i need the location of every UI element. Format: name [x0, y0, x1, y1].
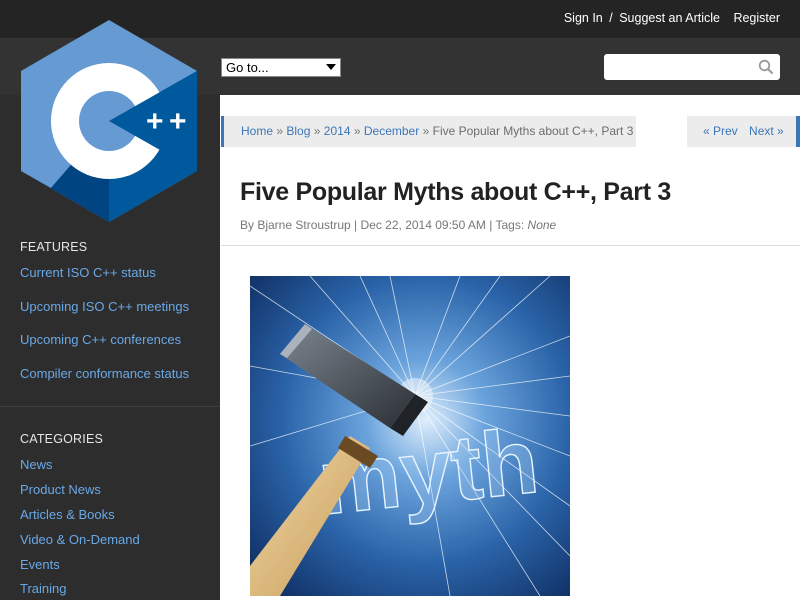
sign-in-link[interactable]: Sign In	[564, 11, 603, 25]
article-tags: None	[527, 218, 557, 232]
account-links: Sign In / Suggest an Article Register	[564, 11, 780, 25]
sidebar-link-events[interactable]: Events	[20, 557, 60, 572]
article-title: Five Popular Myths about C++, Part 3	[240, 178, 671, 206]
breadcrumb-separator: »	[422, 124, 430, 138]
sidebar-link-iso-meetings[interactable]: Upcoming ISO C++ meetings	[20, 299, 189, 314]
sidebar-link-compiler-status[interactable]: Compiler conformance status	[20, 366, 189, 381]
svg-text:+: +	[146, 105, 164, 138]
hammer-breaking-myth-image: myth	[250, 276, 570, 596]
sidebar-link-articles-books[interactable]: Articles & Books	[20, 507, 115, 522]
register-link[interactable]: Register	[733, 11, 780, 25]
sidebar-link-video[interactable]: Video & On-Demand	[20, 532, 140, 547]
breadcrumb-separator: »	[276, 124, 284, 138]
categories-heading: CATEGORIES	[20, 432, 104, 446]
breadcrumb-home[interactable]: Home	[241, 124, 273, 138]
goto-select-value: Go to...	[226, 60, 269, 75]
pager: « Prev Next »	[687, 116, 800, 147]
search-icon[interactable]	[758, 59, 774, 75]
features-heading: FEATURES	[20, 240, 88, 254]
breadcrumb-month[interactable]: December	[364, 124, 419, 138]
sidebar-link-product-news[interactable]: Product News	[20, 482, 101, 497]
next-link[interactable]: Next »	[749, 124, 784, 138]
breadcrumb-separator: »	[353, 124, 361, 138]
breadcrumb-separator: »	[313, 124, 321, 138]
sidebar-link-news[interactable]: News	[20, 457, 53, 472]
sidebar-divider	[0, 406, 220, 407]
title-divider	[221, 245, 800, 246]
suggest-article-link[interactable]: Suggest an Article	[619, 11, 720, 25]
sidebar-link-conferences[interactable]: Upcoming C++ conferences	[20, 332, 181, 347]
chevron-down-icon	[326, 64, 336, 70]
breadcrumb-year[interactable]: 2014	[324, 124, 351, 138]
goto-select[interactable]: Go to...	[221, 58, 341, 77]
sidebar-link-training[interactable]: Training	[20, 581, 66, 596]
breadcrumb-blog[interactable]: Blog	[286, 124, 310, 138]
link-separator: /	[609, 11, 613, 25]
sidebar-link-iso-status[interactable]: Current ISO C++ status	[20, 265, 156, 280]
svg-text:+: +	[169, 105, 187, 138]
article-byline: By Bjarne Stroustrup | Dec 22, 2014 09:5…	[240, 218, 525, 232]
breadcrumb: Home » Blog » 2014 » December » Five Pop…	[221, 116, 636, 147]
search-input[interactable]	[604, 54, 780, 80]
cpp-logo-icon[interactable]: + +	[18, 18, 200, 224]
prev-link[interactable]: « Prev	[703, 124, 738, 138]
breadcrumb-current: Five Popular Myths about C++, Part 3	[432, 124, 634, 138]
article-meta: By Bjarne Stroustrup | Dec 22, 2014 09:5…	[240, 218, 556, 232]
